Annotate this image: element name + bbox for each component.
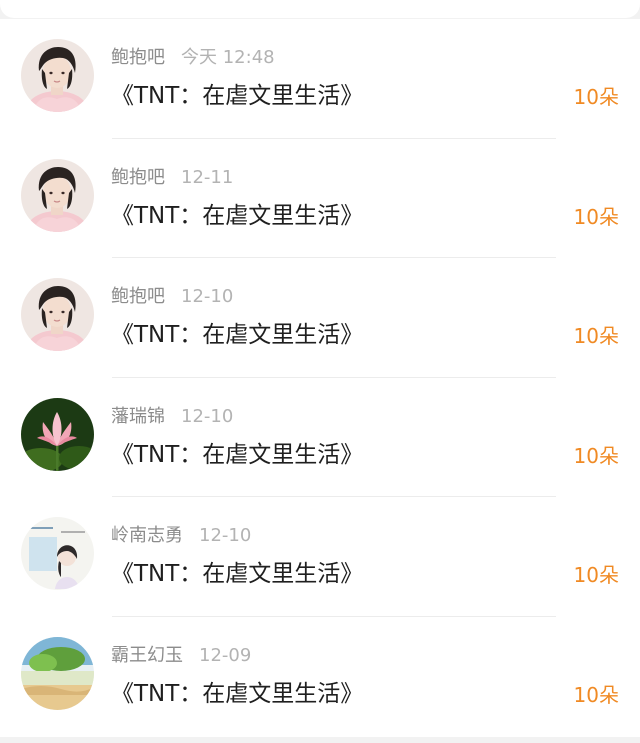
list-item[interactable]: 藩瑞锦 12-10 《TNT：在虐文里生活》 10朵 [0,378,640,498]
timestamp: 12-09 [199,644,252,666]
list-item[interactable]: 鲍抱吧 12-11 《TNT：在虐文里生活》 10朵 [0,139,640,259]
book-title[interactable]: 《TNT：在虐文里生活》 [111,201,363,231]
flower-amount: 10朵 [573,682,619,707]
book-title[interactable]: 《TNT：在虐文里生活》 [111,81,363,111]
avatar[interactable] [21,398,94,471]
landscape-painting-avatar-image [21,637,94,710]
book-title[interactable]: 《TNT：在虐文里生活》 [111,320,363,350]
username[interactable]: 岭南志勇 [111,525,183,546]
username[interactable]: 鲍抱吧 [111,286,165,307]
flower-amount: 10朵 [573,85,619,109]
flower-amount: 10朵 [573,443,619,468]
username[interactable]: 鲍抱吧 [111,47,165,68]
avatar[interactable] [21,278,94,351]
girl-portrait-avatar-image [21,159,94,232]
timestamp: 12-10 [181,405,234,427]
flower-amount: 10朵 [573,204,619,229]
avatar[interactable] [21,517,94,590]
username[interactable]: 霸王幻玉 [111,645,183,666]
item-meta: 藩瑞锦 12-10 [111,406,233,428]
item-meta: 鲍抱吧 12-10 [111,286,233,308]
avatar[interactable] [21,39,94,112]
list-item[interactable]: 霸王幻玉 12-09 《TNT：在虐文里生活》 10朵 [0,617,640,737]
flower-amount: 10朵 [573,563,619,588]
girl-portrait-avatar-image [21,278,94,351]
reward-list: 鲍抱吧 今天 12:48 《TNT：在虐文里生活》 10朵 鲍抱吧 12-11 《T… [0,19,640,737]
username[interactable]: 鲍抱吧 [111,167,165,188]
list-item[interactable]: 鲍抱吧 今天 12:48 《TNT：在虐文里生活》 10朵 [0,19,640,139]
girl-portrait-avatar-image [21,39,94,112]
book-title[interactable]: 《TNT：在虐文里生活》 [111,679,363,709]
list-item[interactable]: 鲍抱吧 12-10 《TNT：在虐文里生活》 10朵 [0,258,640,378]
timestamp: 12-10 [181,286,234,308]
item-meta: 岭南志勇 12-10 [111,525,251,547]
avatar[interactable] [21,637,94,710]
timestamp: 12-11 [181,166,234,188]
timestamp: 今天 12:48 [181,47,275,68]
avatar[interactable] [21,159,94,232]
timestamp: 12-10 [199,525,252,547]
item-meta: 鲍抱吧 12-11 [111,167,233,189]
book-title[interactable]: 《TNT：在虐文里生活》 [111,559,363,589]
lotus-flower-avatar-image [21,398,94,471]
item-meta: 鲍抱吧 今天 12:48 [111,47,275,69]
item-meta: 霸王幻玉 12-09 [111,645,251,667]
previous-card-edge [0,0,640,18]
anime-girl-poster-avatar-image [21,517,94,590]
flower-amount: 10朵 [573,324,619,349]
book-title[interactable]: 《TNT：在虐文里生活》 [111,440,363,470]
username[interactable]: 藩瑞锦 [111,406,165,427]
list-item[interactable]: 岭南志勇 12-10 《TNT：在虐文里生活》 10朵 [0,497,640,617]
